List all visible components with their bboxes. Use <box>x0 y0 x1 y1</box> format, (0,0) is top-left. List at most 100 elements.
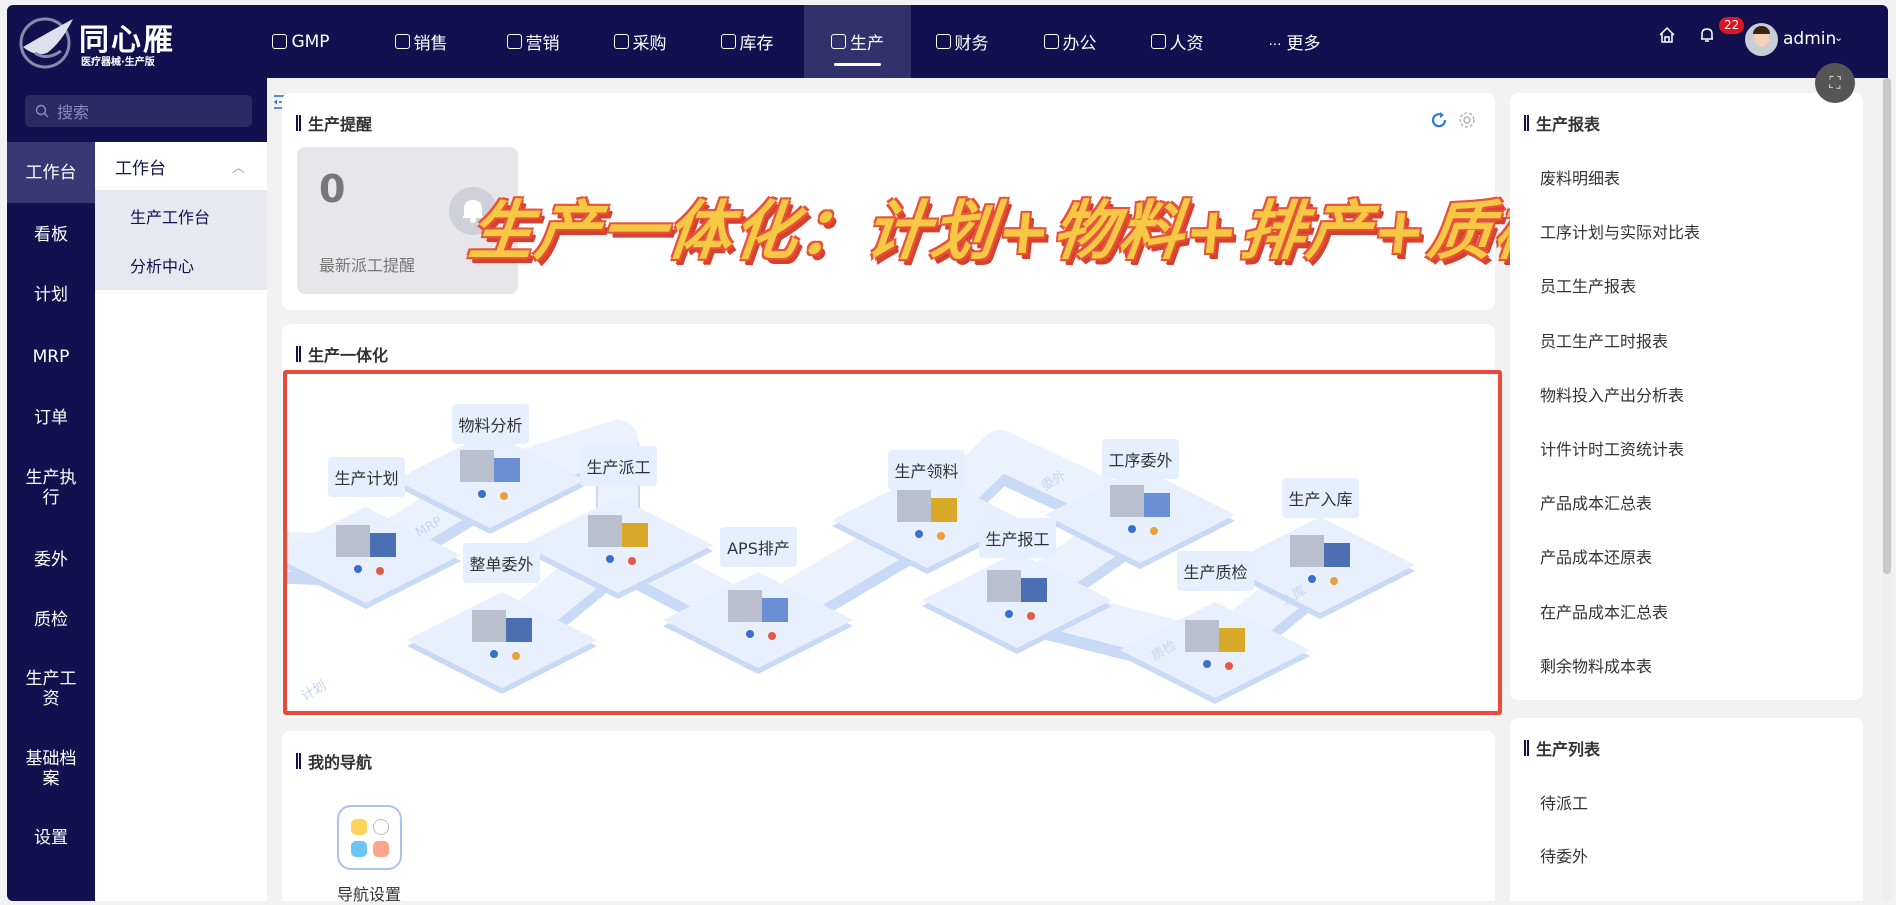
lists-card: 生产列表 待派工待委外 <box>1510 718 1863 901</box>
nav-tab-8[interactable]: 人资 <box>1140 5 1214 78</box>
home-icon[interactable] <box>1658 26 1676 44</box>
report-link[interactable]: 产品成本还原表 <box>1540 544 1652 568</box>
logo[interactable]: 同心雁 医疗器械·生产版 <box>17 13 207 73</box>
nav-tab-0[interactable]: GMP <box>270 5 332 78</box>
step-label[interactable]: 生产领料 <box>888 450 965 490</box>
nav-settings-button[interactable] <box>337 805 402 870</box>
report-link[interactable]: 员工生产报表 <box>1540 273 1636 297</box>
sidebar-item[interactable]: 生产执行 <box>7 468 95 508</box>
step-label[interactable]: 生产质检 <box>1177 551 1254 591</box>
username[interactable]: admin <box>1783 29 1836 49</box>
equipment-icon <box>762 598 788 622</box>
worker-icon <box>490 650 498 658</box>
nav-tab-7[interactable]: 办公 <box>1034 5 1106 78</box>
submenu-item[interactable]: 分析中心 <box>130 253 194 277</box>
nav-tab-9[interactable]: … 更多 <box>1252 5 1336 78</box>
sidebar-item[interactable]: 设置 <box>7 828 95 848</box>
nav-tab-5[interactable]: 生产 <box>804 5 911 78</box>
bar-chart-icon <box>506 34 522 49</box>
step-label[interactable]: 整单委外 <box>463 543 540 583</box>
chevron-down-icon[interactable]: ⌄ <box>1834 31 1843 44</box>
robot-arm-icon <box>831 34 846 49</box>
submenu-item[interactable]: 生产工作台 <box>130 204 210 228</box>
step-label[interactable]: 生产报工 <box>979 518 1056 558</box>
inventory-icon <box>720 34 736 49</box>
worker-icon <box>1150 527 1158 535</box>
report-link[interactable]: 产品成本汇总表 <box>1540 490 1652 514</box>
worker-icon <box>354 565 362 573</box>
nav-tab-2[interactable]: 营销 <box>497 5 569 78</box>
nav-tab-label: 办公 <box>1062 34 1097 54</box>
report-link[interactable]: 计件计时工资统计表 <box>1540 436 1684 460</box>
sidebar-item[interactable]: 订单 <box>7 408 95 428</box>
notification-badge: 22 <box>1719 17 1745 34</box>
worker-icon <box>1225 662 1233 670</box>
reminder-card-title: 生产提醒 <box>296 111 372 135</box>
step-label[interactable]: 工序委外 <box>1102 439 1179 479</box>
submenu-title: 工作台 <box>115 158 166 179</box>
report-link[interactable]: 剩余物料成本表 <box>1540 653 1652 677</box>
report-link[interactable]: 工序计划与实际对比表 <box>1540 219 1700 243</box>
worker-icon <box>376 567 384 575</box>
nav-settings-label[interactable]: 导航设置 <box>337 881 401 905</box>
sidebar-item[interactable]: 质检 <box>7 610 95 630</box>
worker-icon <box>915 530 923 538</box>
list-link[interactable]: 待委外 <box>1540 843 1588 867</box>
scrollbar-track[interactable] <box>1882 78 1892 901</box>
equipment-icon <box>1324 543 1350 567</box>
equipment-icon <box>494 458 520 482</box>
chevron-up-icon: ︿ <box>231 160 245 176</box>
nav-tab-label: GMP <box>291 31 330 52</box>
nav-tab-1[interactable]: 销售 <box>385 5 457 78</box>
sidebar-item[interactable]: 生产工资 <box>7 669 95 709</box>
top-header: 同心雁 医疗器械·生产版 GMP 销售 营销 采购 库存 生产 财务 办公 人资 … 更多 22 a… <box>7 5 1888 78</box>
worker-icon <box>1005 610 1013 618</box>
step-label[interactable]: 生产入库 <box>1282 478 1359 518</box>
gear-icon[interactable] <box>1458 111 1476 129</box>
report-link[interactable]: 废料明细表 <box>1540 165 1620 189</box>
report-link[interactable]: 在产品成本汇总表 <box>1540 599 1668 623</box>
sidebar-item[interactable]: 看板 <box>7 225 95 245</box>
submenu-items: 生产工作台 分析中心 <box>95 190 267 290</box>
nav-tab-4[interactable]: 库存 <box>711 5 783 78</box>
equipment-icon <box>1144 493 1170 517</box>
more-icon: … <box>1268 34 1282 49</box>
refresh-icon[interactable] <box>1430 111 1448 129</box>
step-label[interactable]: APS排产 <box>720 527 797 567</box>
nav-tab-3[interactable]: 采购 <box>604 5 676 78</box>
sidebar-item[interactable]: 委外 <box>7 550 95 570</box>
machine-icon <box>1185 620 1219 652</box>
report-link[interactable]: 物料投入产出分析表 <box>1540 382 1684 406</box>
sidebar-item-active[interactable]: 工作台 <box>7 142 95 203</box>
submenu: 工作台 ︿ 生产工作台 分析中心 <box>95 142 267 901</box>
scrollbar-thumb[interactable] <box>1883 78 1891 574</box>
equipment-icon <box>1219 628 1245 652</box>
nav-tab-label: 销售 <box>413 34 448 54</box>
title-text: 生产报表 <box>1536 115 1601 134</box>
step-label[interactable]: 物料分析 <box>452 404 529 444</box>
sidebar-item[interactable]: 基础档案 <box>7 749 95 789</box>
submenu-group-header[interactable]: 工作台 ︿ <box>95 142 267 190</box>
search-input[interactable]: 搜索 <box>25 95 252 127</box>
step-label[interactable]: 生产派工 <box>580 446 657 486</box>
nav-tab-label: 更多 <box>1286 34 1321 54</box>
avatar[interactable] <box>1745 23 1778 56</box>
machine-icon <box>460 450 494 482</box>
machine-icon <box>336 525 370 557</box>
report-link[interactable]: 员工生产工时报表 <box>1540 328 1668 352</box>
nav-tab-6[interactable]: 财务 <box>926 5 998 78</box>
sidebar-item[interactable]: 计划 <box>7 285 95 305</box>
reports-card-title: 生产报表 <box>1524 111 1600 135</box>
bell-icon[interactable] <box>1698 26 1716 44</box>
sidebar-item[interactable]: MRP <box>7 347 95 367</box>
promo-banner-text: 生产一体化：计划+物料+排产+质检 <box>465 195 1565 269</box>
machine-icon <box>1290 535 1324 567</box>
equipment-icon <box>931 498 957 522</box>
step-label[interactable]: 生产计划 <box>328 457 405 497</box>
list-link[interactable]: 待派工 <box>1540 790 1588 814</box>
title-text: 生产列表 <box>1536 740 1601 759</box>
fullscreen-button[interactable]: ⛶ <box>1815 63 1855 103</box>
worker-icon <box>937 532 945 540</box>
nav-tab-label: 人资 <box>1169 34 1204 54</box>
worker-icon <box>1027 612 1035 620</box>
